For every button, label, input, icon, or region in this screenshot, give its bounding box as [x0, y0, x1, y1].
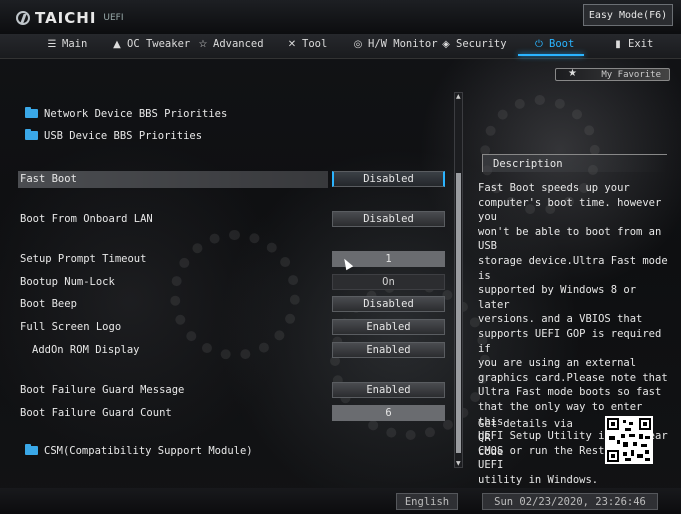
taichi-logo: TAICHI UEFI: [16, 9, 124, 27]
tab-advanced[interactable]: ☆ Advanced: [197, 38, 264, 50]
network-bbs-priorities-item[interactable]: Network Device BBS Priorities: [25, 107, 227, 120]
boot-onboard-lan-label[interactable]: Boot From Onboard LAN: [20, 213, 153, 225]
tab-boot[interactable]: ⏻ Boot: [533, 38, 574, 50]
tab-security[interactable]: ◈ Security: [440, 38, 506, 50]
tab-oc-tweaker[interactable]: ▲ OC Tweaker: [111, 38, 190, 50]
tab-main[interactable]: ☰ Main: [46, 38, 88, 50]
monitor-icon: ◎: [353, 39, 363, 50]
boot-onboard-lan-value[interactable]: Disabled: [332, 211, 445, 227]
bootup-numlock-label[interactable]: Bootup Num-Lock: [20, 276, 115, 288]
tab-tool[interactable]: ✕ Tool: [286, 38, 328, 50]
datetime-display: Sun 02/23/2020, 23:26:46: [482, 493, 658, 510]
bootup-numlock-value[interactable]: On: [332, 274, 445, 290]
qr-code-icon: [605, 416, 653, 464]
taichi-logo-icon: [16, 11, 30, 25]
language-button[interactable]: English: [396, 493, 458, 510]
full-screen-logo-value[interactable]: Enabled: [332, 319, 445, 335]
addon-rom-display-value[interactable]: Enabled: [332, 342, 445, 358]
easy-mode-button[interactable]: Easy Mode(F6): [583, 4, 673, 26]
boot-failure-guard-count-label[interactable]: Boot Failure Guard Count: [20, 407, 172, 419]
boot-failure-guard-message-label[interactable]: Boot Failure Guard Message: [20, 384, 184, 396]
full-screen-logo-label[interactable]: Full Screen Logo: [20, 321, 121, 333]
folder-icon: [25, 107, 38, 118]
top-bar: TAICHI UEFI Easy Mode(F6): [0, 0, 681, 34]
list-icon: ☰: [47, 39, 57, 50]
addon-rom-display-label[interactable]: AddOn ROM Display: [32, 344, 139, 356]
power-icon: ⏻: [535, 39, 543, 50]
boot-failure-guard-message-value[interactable]: Enabled: [332, 382, 445, 398]
star-icon: ☆: [198, 39, 208, 50]
tab-exit[interactable]: ▮ Exit: [612, 38, 653, 50]
logo-sub: UEFI: [103, 13, 124, 23]
description-title: Description: [482, 154, 667, 172]
tools-icon: ✕: [287, 39, 297, 50]
scrollbar-thumb[interactable]: [456, 173, 461, 453]
shield-icon: ◈: [442, 39, 450, 50]
csm-item[interactable]: CSM(Compatibility Support Module): [25, 444, 253, 457]
qr-caption: Get details via QR code: [478, 418, 573, 458]
active-tab-indicator: [518, 54, 584, 56]
scroll-up-icon[interactable]: ▲: [456, 93, 461, 100]
rocket-icon: ▲: [113, 39, 121, 50]
boot-failure-guard-count-value[interactable]: 6: [332, 405, 445, 421]
boot-beep-label[interactable]: Boot Beep: [20, 298, 77, 310]
star-icon: ★: [568, 68, 577, 79]
exit-icon: ▮: [615, 39, 621, 50]
tab-hw-monitor[interactable]: ◎ H/W Monitor: [352, 38, 438, 50]
usb-bbs-priorities-item[interactable]: USB Device BBS Priorities: [25, 129, 202, 142]
gear-decoration: [170, 230, 300, 360]
fast-boot-label[interactable]: Fast Boot: [20, 173, 77, 185]
folder-icon: [25, 129, 38, 140]
scroll-down-icon[interactable]: ▼: [456, 460, 461, 467]
boot-beep-value[interactable]: Disabled: [332, 296, 445, 312]
logo-text: TAICHI: [35, 9, 97, 27]
folder-icon: [25, 444, 38, 455]
setup-prompt-timeout-label[interactable]: Setup Prompt Timeout: [20, 253, 146, 265]
scrollbar[interactable]: [454, 92, 463, 468]
fast-boot-value[interactable]: Disabled: [332, 171, 445, 187]
